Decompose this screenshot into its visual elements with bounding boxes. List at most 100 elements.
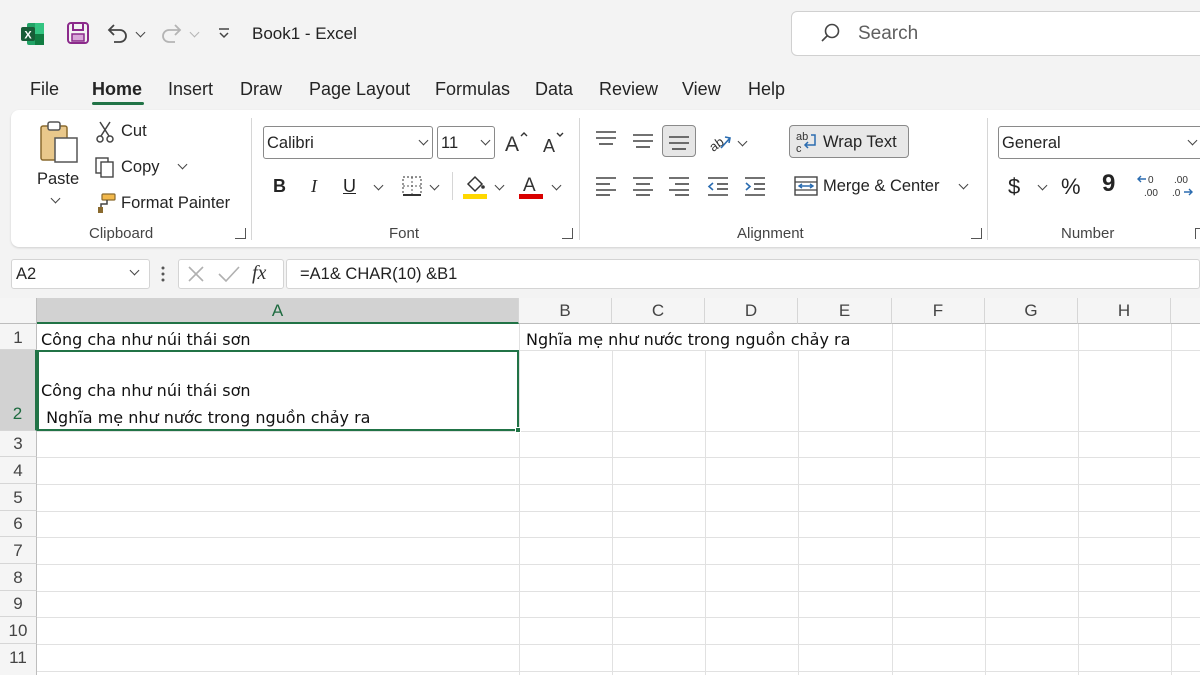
decrease-decimal-icon[interactable]: .00.0: [1170, 172, 1198, 200]
row-header-11[interactable]: 11: [0, 644, 37, 675]
svg-text:.00: .00: [1174, 175, 1188, 186]
format-painter-icon[interactable]: [93, 192, 117, 214]
row-header-2[interactable]: 2: [0, 350, 37, 431]
tab-file[interactable]: File: [30, 79, 59, 100]
row-header-3[interactable]: 3: [0, 431, 37, 457]
column-header-a[interactable]: A: [37, 298, 519, 324]
align-right-icon[interactable]: [667, 174, 691, 198]
bold-button[interactable]: B: [273, 176, 286, 197]
column-header-d[interactable]: D: [705, 298, 798, 324]
more-options-icon[interactable]: [161, 265, 165, 283]
row-header-9[interactable]: 9: [0, 591, 37, 617]
tab-draw[interactable]: Draw: [240, 79, 282, 100]
chevron-down-icon: [480, 135, 491, 146]
svg-text:.00: .00: [1144, 188, 1158, 199]
merge-center-button[interactable]: Merge & Center: [823, 177, 939, 196]
column-header-h[interactable]: H: [1078, 298, 1171, 324]
tab-help[interactable]: Help: [748, 79, 785, 100]
cell-a1[interactable]: Công cha như núi thái sơn: [41, 330, 251, 349]
tab-insert[interactable]: Insert: [168, 79, 213, 100]
column-header-b[interactable]: B: [519, 298, 612, 324]
tab-formulas[interactable]: Formulas: [435, 79, 510, 100]
paste-icon[interactable]: [37, 120, 81, 164]
copy-icon[interactable]: [94, 156, 116, 178]
gridline: [705, 350, 706, 675]
enter-icon[interactable]: [217, 263, 241, 285]
cancel-icon[interactable]: [185, 263, 207, 285]
decrease-font-size-icon[interactable]: A: [541, 128, 567, 156]
column-header-e[interactable]: E: [798, 298, 892, 324]
italic-button[interactable]: I: [311, 176, 317, 197]
gridline: [37, 511, 1200, 512]
fill-color-icon[interactable]: [462, 172, 488, 200]
orientation-icon[interactable]: ab: [707, 128, 733, 154]
tab-home[interactable]: Home: [92, 79, 142, 100]
undo-icon[interactable]: [104, 20, 130, 46]
gridline: [612, 350, 613, 675]
name-box-value: A2: [16, 265, 37, 283]
currency-button[interactable]: $: [1008, 174, 1020, 200]
search-input[interactable]: [791, 11, 1200, 56]
font-launcher-icon[interactable]: [562, 228, 573, 239]
increase-font-size-icon[interactable]: A: [503, 128, 529, 156]
merge-center-icon[interactable]: [794, 174, 818, 198]
redo-icon[interactable]: [159, 20, 185, 46]
increase-indent-icon[interactable]: [743, 174, 767, 198]
decrease-indent-icon[interactable]: [706, 174, 730, 198]
row-header-8[interactable]: 8: [0, 564, 37, 591]
row-header-10[interactable]: 10: [0, 617, 37, 644]
font-family-select[interactable]: Calibri: [263, 126, 433, 159]
row-header-7[interactable]: 7: [0, 537, 37, 564]
copy-button[interactable]: Copy: [121, 158, 160, 177]
svg-text:A: A: [523, 175, 536, 196]
gridline: [798, 350, 799, 675]
underline-button[interactable]: U: [343, 176, 356, 197]
window-title: Book1 - Excel: [252, 24, 357, 43]
bottom-align-icon[interactable]: [662, 125, 696, 157]
align-center-icon[interactable]: [631, 174, 655, 198]
cut-icon[interactable]: [94, 121, 116, 143]
font-color-icon[interactable]: A: [518, 172, 544, 200]
alignment-launcher-icon[interactable]: [971, 228, 982, 239]
select-all-corner[interactable]: [0, 298, 37, 324]
save-icon[interactable]: [65, 20, 91, 46]
tab-page-layout[interactable]: Page Layout: [309, 79, 410, 100]
comma-style-button[interactable]: 9: [1102, 170, 1115, 198]
gridline: [37, 537, 1200, 538]
borders-icon[interactable]: [400, 174, 424, 198]
format-painter-button[interactable]: Format Painter: [121, 194, 230, 213]
tab-data[interactable]: Data: [535, 79, 573, 100]
row-header-1[interactable]: 1: [0, 324, 37, 350]
search-placeholder: Search: [858, 23, 919, 44]
insert-function-button[interactable]: fx: [252, 262, 266, 285]
gridline: [892, 324, 893, 675]
svg-text:0: 0: [1148, 175, 1154, 186]
align-left-icon[interactable]: [594, 174, 618, 198]
clipboard-group-label: Clipboard: [89, 225, 154, 242]
active-cell-a2[interactable]: [37, 350, 519, 431]
font-size-select[interactable]: 11: [437, 126, 495, 159]
tab-review[interactable]: Review: [599, 79, 658, 100]
tab-view[interactable]: View: [682, 79, 721, 100]
row-header-6[interactable]: 6: [0, 511, 37, 537]
paste-label[interactable]: Paste: [37, 170, 79, 189]
increase-decimal-icon[interactable]: 0.00: [1136, 172, 1164, 200]
row-header-4[interactable]: 4: [0, 457, 37, 484]
row-header-5[interactable]: 5: [0, 484, 37, 511]
wrap-text-label: Wrap Text: [823, 133, 897, 151]
column-header-i[interactable]: [1171, 298, 1200, 324]
column-header-c[interactable]: C: [612, 298, 705, 324]
cell-b1[interactable]: Nghĩa mẹ như nước trong nguồn chảy ra: [526, 330, 850, 349]
number-launcher-icon[interactable]: [1195, 228, 1200, 239]
clipboard-launcher-icon[interactable]: [235, 228, 246, 239]
percent-button[interactable]: %: [1061, 174, 1081, 200]
fill-handle[interactable]: [515, 427, 521, 433]
column-header-f[interactable]: F: [892, 298, 985, 324]
top-align-icon[interactable]: [594, 128, 618, 152]
number-format-select[interactable]: General: [998, 126, 1200, 159]
gridline: [37, 457, 1200, 458]
customize-qat-icon[interactable]: [214, 24, 234, 44]
column-header-g[interactable]: G: [985, 298, 1078, 324]
cut-button[interactable]: Cut: [121, 122, 147, 141]
middle-align-icon[interactable]: [631, 128, 655, 152]
